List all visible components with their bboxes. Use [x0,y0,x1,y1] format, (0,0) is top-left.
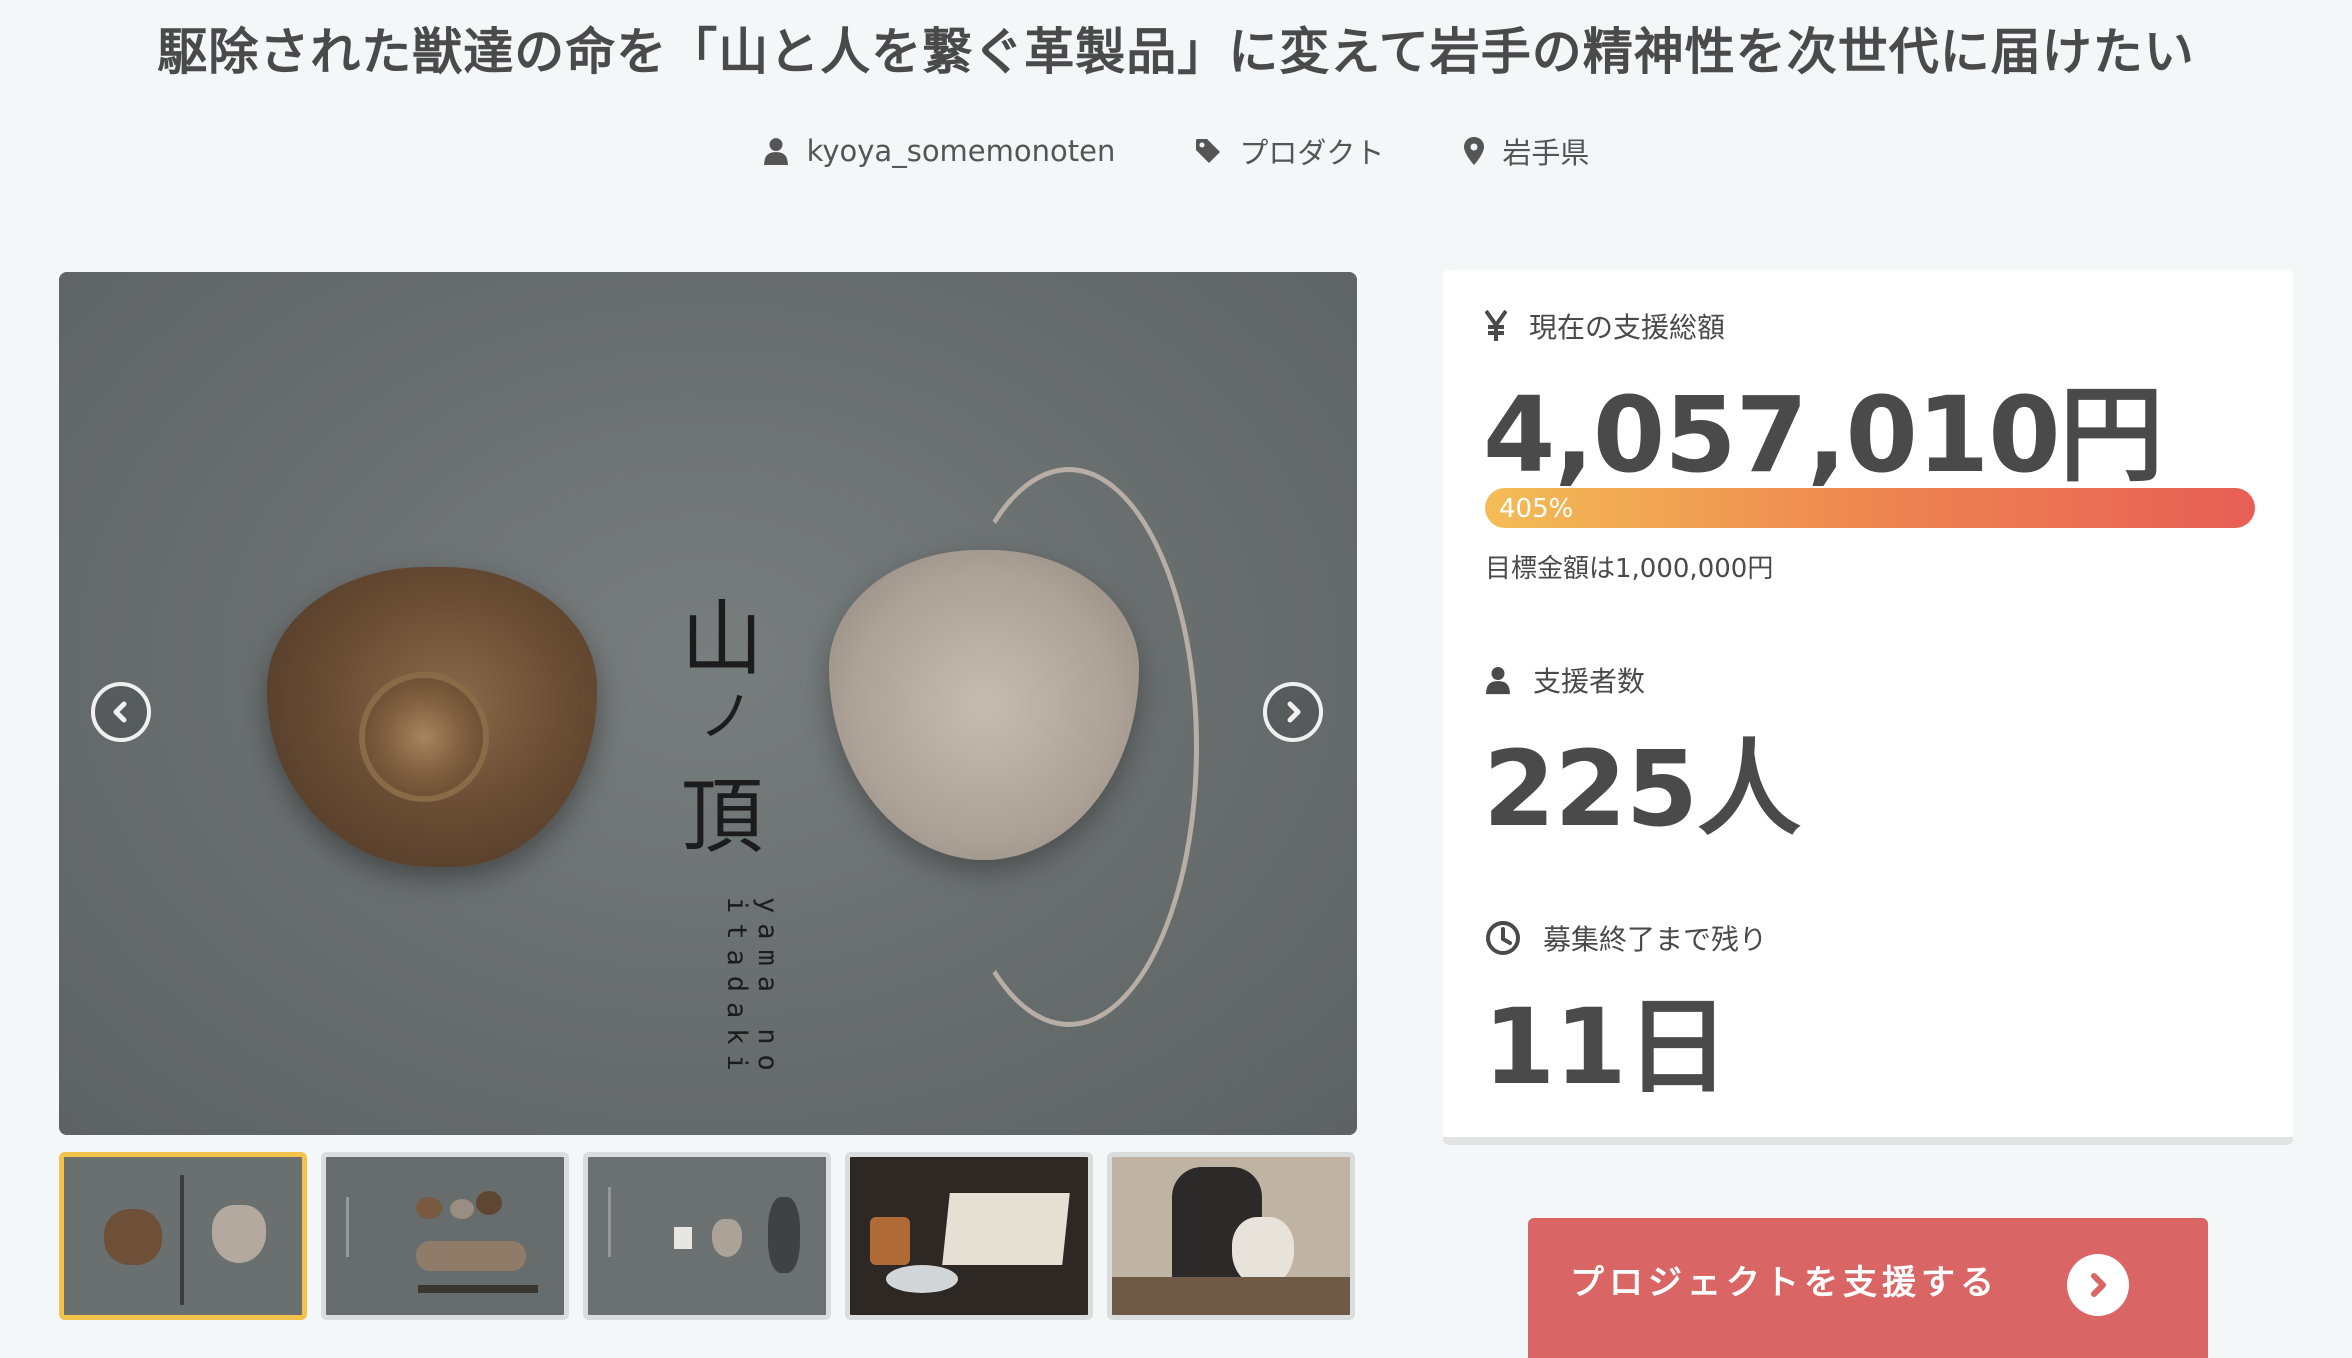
project-title: 駆除された獣達の命を「山と人を繋ぐ革製品」に変えて岩手の精神性を次世代に届けたい [157,23,2195,81]
backers-label: 支援者数 [1485,660,1645,700]
thumbnail-strip [59,1152,1357,1320]
thumbnail-5[interactable] [1107,1152,1355,1320]
user-icon [763,138,788,165]
location-link[interactable]: 岩手県 [1464,130,1589,172]
user-icon [1486,667,1510,695]
main-image-carousel[interactable]: 山 ノ 頂 yama no itadaki [59,272,1357,1135]
logo-roman-text: yama no itadaki [721,897,783,1081]
thumbnail-2[interactable] [321,1152,569,1320]
carousel-next-button[interactable] [1263,682,1323,742]
funding-status-panel: 現在の支援総額 4,057,010円 405% 目標金額は1,000,000円 … [1443,270,2293,1145]
tag-icon [1196,139,1221,163]
remaining-label: 募集終了まで残り [1485,918,1767,958]
support-project-button[interactable]: プロジェクトを支援する [1528,1218,2208,1358]
location-name: 岩手県 [1502,136,1590,170]
category-link[interactable]: プロダクト [1195,130,1384,172]
pouch-knot [359,672,489,802]
amount-value: 4,057,010円 [1483,374,2164,496]
chevron-right-circle-icon [2067,1254,2129,1316]
thumbnail-1[interactable] [59,1152,307,1320]
thumbnail-4[interactable] [845,1152,1093,1320]
owner-name: kyoya_somemonoten [806,134,1116,168]
goal-amount: 目標金額は1,000,000円 [1485,554,1774,584]
progress-percent: 405% [1499,494,1574,524]
owner-link[interactable]: kyoya_somemonoten [763,130,1116,172]
yen-icon [1485,310,1507,341]
logo-kanji-3: 頂 [681,770,764,865]
remaining-value: 11日 [1483,986,1730,1108]
carousel-prev-button[interactable] [91,682,151,742]
backers-value: 225人 [1483,728,1801,850]
clock-icon [1486,921,1520,955]
funding-progress-bar: 405% [1485,488,2255,528]
chevron-right-icon [1287,701,1301,723]
logo-kanji-2: ノ [699,685,753,748]
category-name: プロダクト [1239,136,1385,170]
amount-label: 現在の支援総額 [1485,306,1725,346]
map-pin-icon [1464,137,1485,165]
thumbnail-3[interactable] [583,1152,831,1320]
support-button-label: プロジェクトを支援する [1570,1263,1999,1303]
project-meta: kyoya_somemonoten プロダクト 岩手県 [0,130,2352,172]
chevron-left-icon [113,701,127,723]
